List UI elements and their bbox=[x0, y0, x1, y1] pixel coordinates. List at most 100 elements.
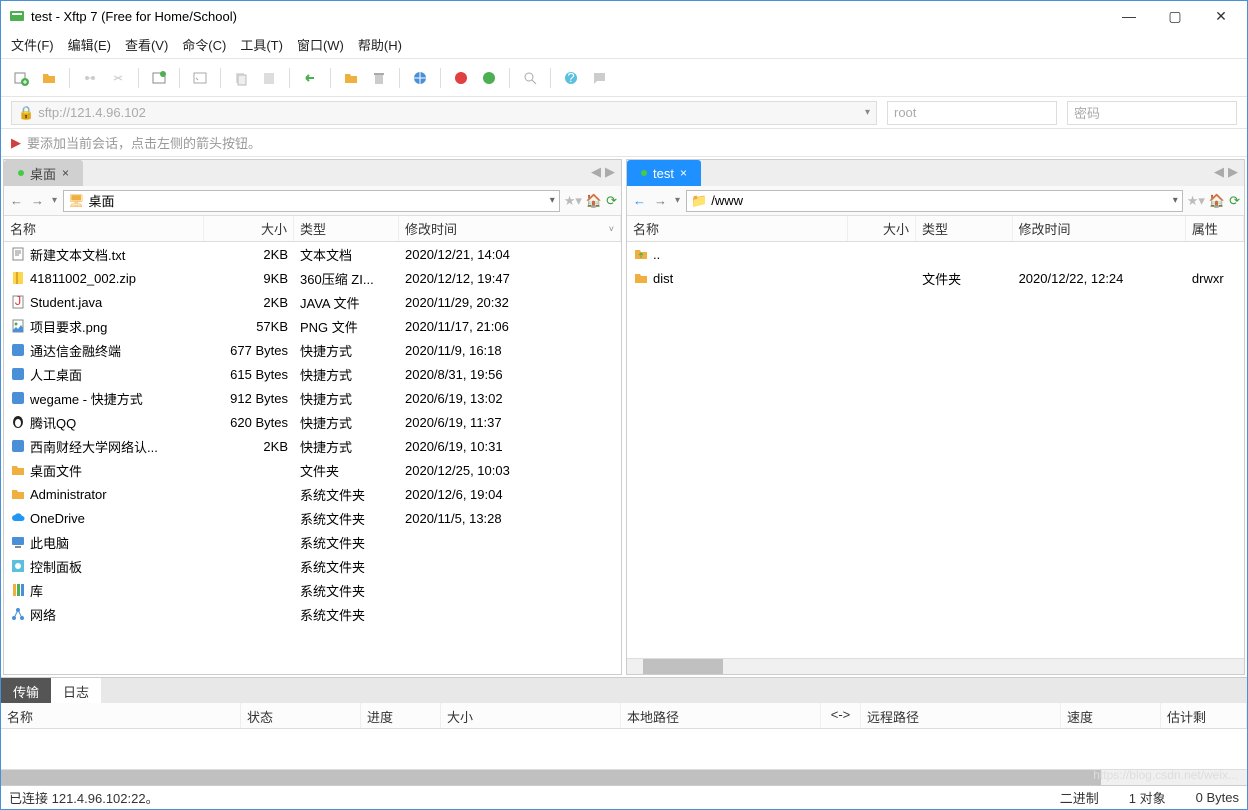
refresh-icon[interactable]: ⟳ bbox=[1229, 193, 1240, 209]
local-file-list[interactable]: 新建文本文档.txt2KB文本文档2020/12/21, 14:04418110… bbox=[4, 242, 621, 674]
tcol-remote[interactable]: 远程路径 bbox=[861, 703, 1061, 728]
list-item[interactable]: 网络系统文件夹 bbox=[4, 602, 621, 626]
local-tab[interactable]: 桌面 × bbox=[4, 160, 83, 186]
list-item[interactable]: JStudent.java2KBJAVA 文件2020/11/29, 20:32 bbox=[4, 290, 621, 314]
back-icon[interactable]: ← bbox=[631, 193, 648, 208]
menu-help[interactable]: 帮助(H) bbox=[358, 35, 402, 54]
col-name[interactable]: 名称 bbox=[627, 216, 848, 241]
menu-view[interactable]: 查看(V) bbox=[125, 35, 168, 54]
close-icon[interactable]: × bbox=[62, 166, 69, 180]
reconnect-icon[interactable] bbox=[80, 68, 100, 88]
tcol-size[interactable]: 大小 bbox=[441, 703, 621, 728]
list-item[interactable]: 腾讯QQ620 Bytes快捷方式2020/6/19, 11:37 bbox=[4, 410, 621, 434]
list-item[interactable]: 桌面文件文件夹2020/12/25, 10:03 bbox=[4, 458, 621, 482]
menu-tool[interactable]: 工具(T) bbox=[240, 35, 283, 54]
chevron-down-icon[interactable]: ▾ bbox=[865, 107, 870, 118]
col-date[interactable]: 修改时间˅ bbox=[399, 216, 621, 241]
remote-tab[interactable]: test × bbox=[627, 160, 701, 186]
tcol-arrow[interactable]: <-> bbox=[821, 703, 861, 728]
list-item[interactable]: OneDrive系统文件夹2020/11/5, 13:28 bbox=[4, 506, 621, 530]
tcol-speed[interactable]: 速度 bbox=[1061, 703, 1161, 728]
transfer-body[interactable] bbox=[1, 729, 1247, 769]
list-item[interactable]: 控制面板系统文件夹 bbox=[4, 554, 621, 578]
close-button[interactable]: ✕ bbox=[1207, 8, 1235, 25]
home-icon[interactable]: 🏠 bbox=[1209, 193, 1225, 209]
tab-next-icon[interactable]: ▶ bbox=[605, 164, 615, 180]
leaf-icon[interactable] bbox=[479, 68, 499, 88]
password-input[interactable]: 密码 bbox=[1067, 101, 1237, 125]
tab-transfer[interactable]: 传输 bbox=[1, 678, 51, 703]
col-size[interactable]: 大小 bbox=[204, 216, 294, 241]
list-item[interactable]: 41811002_002.zip9KB360压缩 ZI...2020/12/12… bbox=[4, 266, 621, 290]
transfer-left-icon[interactable] bbox=[300, 68, 320, 88]
terminal-icon[interactable] bbox=[190, 68, 210, 88]
refresh-icon[interactable]: ⟳ bbox=[606, 193, 617, 209]
h-scrollbar[interactable] bbox=[627, 658, 1244, 674]
close-icon[interactable]: × bbox=[680, 166, 687, 180]
back-icon[interactable]: ← bbox=[8, 193, 25, 208]
list-item[interactable]: .. bbox=[627, 242, 1244, 266]
tcol-name[interactable]: 名称 bbox=[1, 703, 241, 728]
menu-window[interactable]: 窗口(W) bbox=[297, 35, 344, 54]
list-item[interactable]: wegame - 快捷方式912 Bytes快捷方式2020/6/19, 13:… bbox=[4, 386, 621, 410]
col-type[interactable]: 类型 bbox=[294, 216, 399, 241]
tcol-progress[interactable]: 进度 bbox=[361, 703, 441, 728]
zoom-icon[interactable] bbox=[520, 68, 540, 88]
url-input[interactable]: 🔒 sftp://121.4.96.102 ▾ bbox=[11, 101, 877, 125]
menu-cmd[interactable]: 命令(C) bbox=[182, 35, 226, 54]
tab-next-icon[interactable]: ▶ bbox=[1228, 164, 1238, 180]
list-item[interactable]: dist文件夹2020/12/22, 12:24drwxr bbox=[627, 266, 1244, 290]
tcol-local[interactable]: 本地路径 bbox=[621, 703, 821, 728]
globe-icon[interactable] bbox=[410, 68, 430, 88]
chat-icon[interactable] bbox=[589, 68, 609, 88]
col-attr[interactable]: 属性 bbox=[1186, 216, 1244, 241]
swirl-icon[interactable] bbox=[451, 68, 471, 88]
newfolder-icon[interactable] bbox=[341, 68, 361, 88]
new-session-icon[interactable] bbox=[11, 68, 31, 88]
favorite-icon[interactable]: ★▾ bbox=[1187, 193, 1205, 209]
col-type[interactable]: 类型 bbox=[916, 216, 1013, 241]
col-date[interactable]: 修改时间 bbox=[1013, 216, 1186, 241]
disconnect-icon[interactable] bbox=[108, 68, 128, 88]
favorite-icon[interactable]: ★▾ bbox=[564, 193, 582, 209]
list-item[interactable]: 人工桌面615 Bytes快捷方式2020/8/31, 19:56 bbox=[4, 362, 621, 386]
open-icon[interactable] bbox=[39, 68, 59, 88]
menu-edit[interactable]: 编辑(E) bbox=[68, 35, 111, 54]
remote-file-list[interactable]: ..dist文件夹2020/12/22, 12:24drwxr bbox=[627, 242, 1244, 658]
minimize-button[interactable]: — bbox=[1115, 8, 1143, 25]
dropdown-icon[interactable]: ▾ bbox=[50, 195, 59, 206]
list-item[interactable]: 库系统文件夹 bbox=[4, 578, 621, 602]
transfer-scrollbar[interactable] bbox=[1, 769, 1247, 785]
paste-icon[interactable] bbox=[259, 68, 279, 88]
list-item[interactable]: 新建文本文档.txt2KB文本文档2020/12/21, 14:04 bbox=[4, 242, 621, 266]
copy-icon[interactable] bbox=[231, 68, 251, 88]
col-size[interactable]: 大小 bbox=[848, 216, 916, 241]
username-input[interactable]: root bbox=[887, 101, 1057, 125]
maximize-button[interactable]: ▢ bbox=[1161, 8, 1189, 25]
transfer-header: 名称 状态 进度 大小 本地路径 <-> 远程路径 速度 估计剩 bbox=[1, 703, 1247, 729]
local-pathrow: ← → ▾ 🖥 桌面 ▾ ★▾ 🏠 ⟳ bbox=[4, 186, 621, 216]
list-item[interactable]: 项目要求.png57KBPNG 文件2020/11/17, 21:06 bbox=[4, 314, 621, 338]
dropdown-icon[interactable]: ▾ bbox=[673, 195, 682, 206]
tcol-status[interactable]: 状态 bbox=[241, 703, 361, 728]
tcol-eta[interactable]: 估计剩 bbox=[1161, 703, 1247, 728]
tab-prev-icon[interactable]: ◀ bbox=[1214, 164, 1224, 180]
help-icon[interactable]: ? bbox=[561, 68, 581, 88]
local-path-combo[interactable]: 🖥 桌面 ▾ bbox=[63, 190, 560, 212]
sync-icon[interactable] bbox=[149, 68, 169, 88]
list-item[interactable]: 西南财经大学网络认...2KB快捷方式2020/6/19, 10:31 bbox=[4, 434, 621, 458]
forward-icon[interactable]: → bbox=[652, 193, 669, 208]
remote-path-combo[interactable]: 📁 /www ▾ bbox=[686, 190, 1183, 212]
list-item[interactable]: Administrator系统文件夹2020/12/6, 19:04 bbox=[4, 482, 621, 506]
delete-icon[interactable] bbox=[369, 68, 389, 88]
chevron-down-icon[interactable]: ▾ bbox=[1173, 195, 1178, 206]
tab-prev-icon[interactable]: ◀ bbox=[591, 164, 601, 180]
list-item[interactable]: 通达信金融终端677 Bytes快捷方式2020/11/9, 16:18 bbox=[4, 338, 621, 362]
chevron-down-icon[interactable]: ▾ bbox=[550, 195, 555, 206]
forward-icon[interactable]: → bbox=[29, 193, 46, 208]
home-icon[interactable]: 🏠 bbox=[586, 193, 602, 209]
col-name[interactable]: 名称 bbox=[4, 216, 204, 241]
menu-file[interactable]: 文件(F) bbox=[11, 35, 54, 54]
list-item[interactable]: 此电脑系统文件夹 bbox=[4, 530, 621, 554]
tab-log[interactable]: 日志 bbox=[51, 678, 101, 703]
